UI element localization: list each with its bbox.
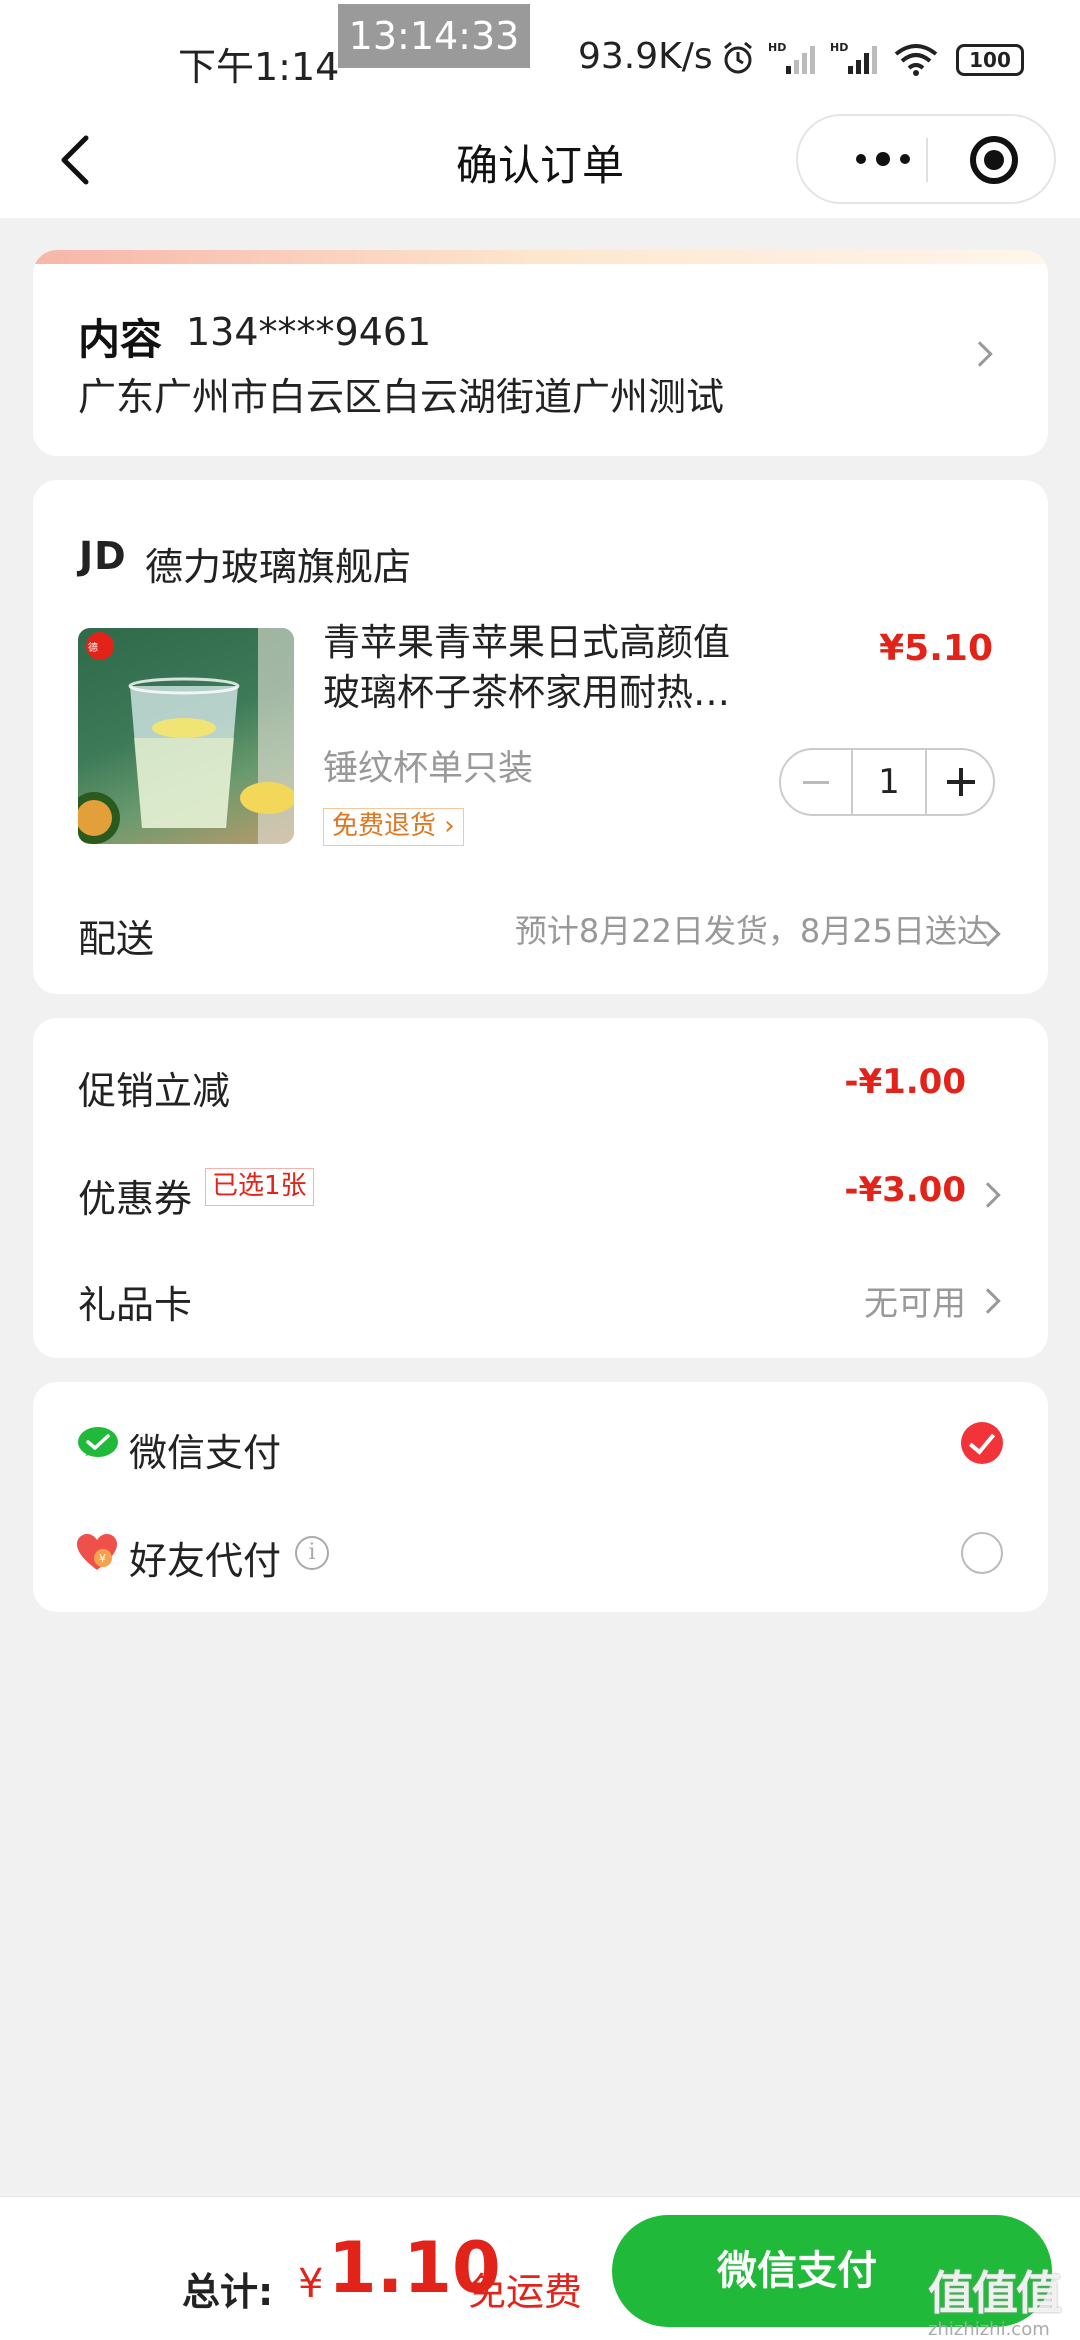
svg-text:¥: ¥ (99, 1552, 106, 1565)
total-currency: ¥ (298, 2261, 324, 2307)
svg-text:HD: HD (768, 41, 786, 54)
gift-card-value: 无可用 (864, 1284, 966, 1324)
svg-text:HD: HD (830, 41, 848, 54)
svg-text:德: 德 (88, 641, 98, 654)
promo-label: 促销立减 (78, 1069, 231, 1113)
network-speed: 93.9K/s (578, 36, 713, 77)
quantity-stepper: 1 (779, 748, 995, 816)
more-options-button[interactable] (828, 116, 938, 202)
coupon-label: 优惠券 (78, 1177, 193, 1221)
gift-card-label: 礼品卡 (78, 1283, 193, 1327)
decrease-quantity-button[interactable] (781, 750, 851, 814)
watermark: 值值值 zhizhizhi.com (928, 2257, 1080, 2340)
chevron-right-icon (975, 1288, 1001, 1314)
glass-cup-illustration: 德 (78, 628, 294, 844)
delivery-estimate: 预计8月22日发货，8月25日送达 (514, 912, 989, 950)
total-label: 总计: (182, 2270, 274, 2314)
watermark-logo: 值值值 (928, 2266, 1062, 2320)
status-clock-badge: 13:14:33 (338, 4, 530, 68)
status-time: 下午1:14 (178, 45, 340, 89)
alarm-icon (724, 41, 752, 74)
chevron-right-icon (975, 1182, 1001, 1208)
signal-hd-icon: HD (830, 41, 877, 74)
heart-pay-icon: ¥ (77, 1534, 117, 1570)
address-card[interactable]: 内容 134****9461 广东广州市白云区白云湖街道广州测试 (33, 250, 1048, 456)
quantity-value[interactable]: 1 (851, 750, 927, 814)
wechat-pay-icon (78, 1427, 118, 1457)
wifi-icon (894, 44, 938, 76)
info-icon[interactable]: i (295, 1536, 329, 1570)
product-title[interactable]: 青苹果青苹果日式高颜值玻璃杯子茶杯家用耐热… (323, 618, 763, 718)
checkout-bar: 总计: ¥ 1.10 免运费 微信支付 值值值 zhizhizhi.com (0, 2196, 1080, 2340)
chevron-right-icon (967, 341, 993, 367)
product-price: ¥5.10 (879, 628, 993, 669)
payment-option-label: 微信支付 (129, 1431, 282, 1475)
back-arrow-icon[interactable] (48, 130, 108, 190)
product-image[interactable]: 德 (78, 628, 294, 844)
payment-option-label: 好友代付 (129, 1539, 282, 1583)
recipient-name: 内容 (78, 315, 163, 364)
discounts-card: 促销立减 -¥1.00 优惠券 已选1张 -¥3.00 礼品卡 无可用 (33, 1018, 1048, 1358)
radio-unchecked-icon[interactable] (961, 1532, 1003, 1574)
nav-bar: 确认订单 (0, 110, 1080, 218)
shop-name[interactable]: 德力玻璃旗舰店 (145, 536, 411, 591)
battery-icon: 100 (956, 44, 1024, 76)
increase-quantity-button[interactable] (927, 750, 997, 814)
shop-card: JD 德力玻璃旗舰店 德 青苹果青苹果日式高颜值玻璃杯子茶杯家用耐热… 锤纹杯单… (33, 480, 1048, 994)
coupon-selected-tag: 已选1张 (205, 1168, 314, 1206)
free-return-badge[interactable]: 免费退货 › (323, 808, 464, 846)
jd-logo: JD (79, 534, 127, 578)
radio-checked-icon[interactable] (961, 1422, 1003, 1464)
recipient-phone: 134****9461 (186, 310, 432, 354)
status-icons: HD HD 100 (720, 40, 1030, 80)
promo-value: -¥1.00 (844, 1062, 966, 1102)
mini-program-capsule (796, 114, 1056, 204)
capsule-divider (926, 138, 928, 182)
address-card-accent (33, 250, 1048, 264)
close-program-button[interactable] (970, 136, 1018, 184)
signal-hd-icon: HD (768, 41, 815, 74)
payment-method-card: 微信支付 ¥ 好友代付 i (33, 1382, 1048, 1612)
shipping-note: 免运费 (468, 2270, 583, 2314)
product-spec[interactable]: 锤纹杯单只装 (323, 740, 533, 791)
delivery-label: 配送 (78, 917, 155, 961)
address-detail: 广东广州市白云区白云湖街道广州测试 (78, 375, 725, 419)
status-bar: 下午1:14 13:14:33 93.9K/s HD HD 100 (0, 0, 1080, 110)
coupon-value: -¥3.00 (844, 1170, 966, 1210)
